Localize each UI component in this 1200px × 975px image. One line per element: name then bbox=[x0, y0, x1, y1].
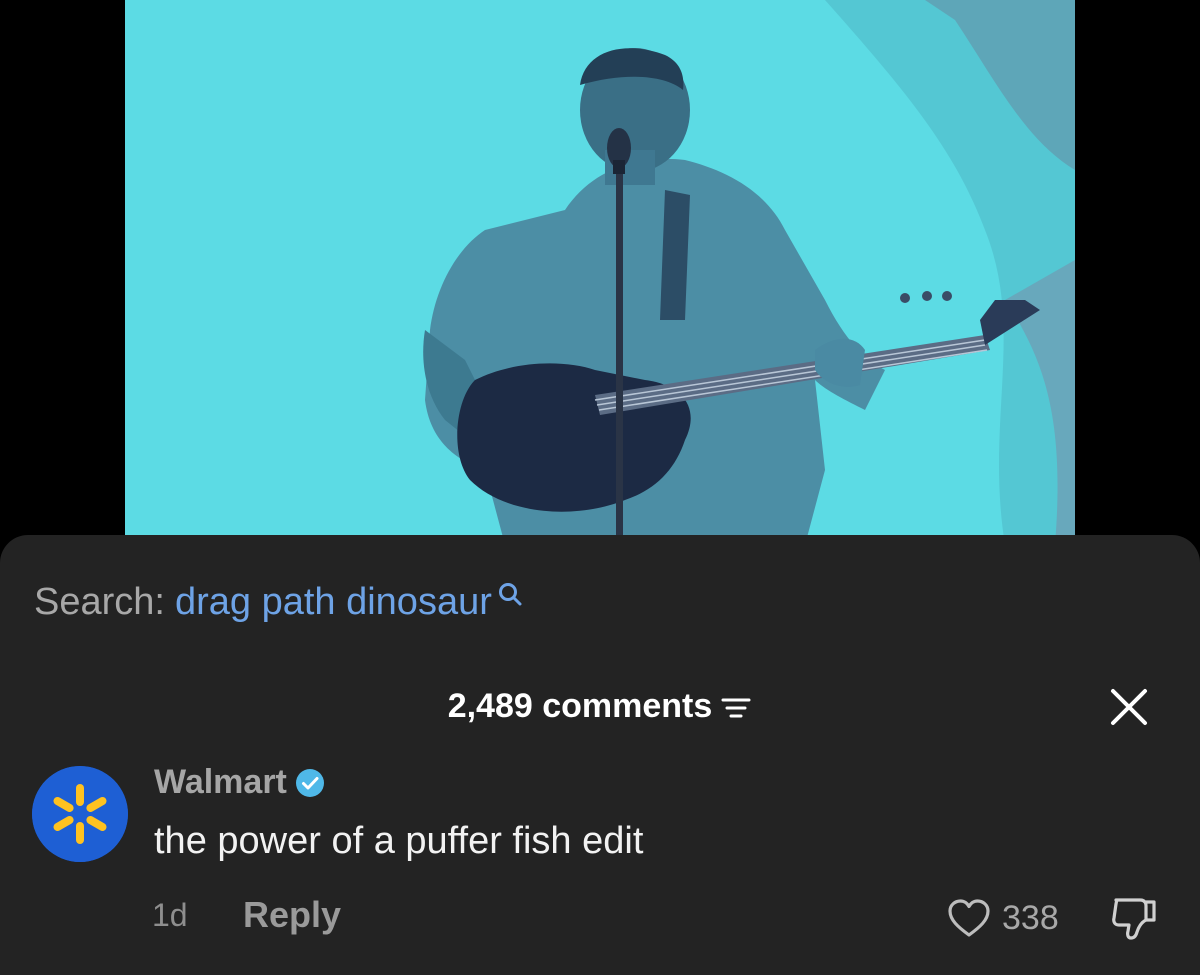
comment-text: the power of a puffer fish edit bbox=[154, 820, 644, 862]
search-prefix-label: Search: bbox=[34, 581, 165, 623]
verified-badge-icon bbox=[295, 768, 324, 797]
heart-icon[interactable] bbox=[946, 897, 992, 939]
comment-author-row[interactable]: Walmart bbox=[154, 763, 325, 802]
like-count: 338 bbox=[1002, 898, 1059, 937]
search-suggestion[interactable]: Search: drag path dinosaur bbox=[34, 580, 526, 624]
comments-count: 2,489 comments bbox=[447, 686, 713, 725]
video-still-image bbox=[125, 0, 1075, 545]
close-icon[interactable] bbox=[1109, 687, 1149, 727]
sort-icon[interactable] bbox=[720, 694, 752, 722]
avatar[interactable] bbox=[32, 766, 128, 862]
walmart-spark-logo bbox=[32, 766, 128, 862]
search-query-link[interactable]: drag path dinosaur bbox=[175, 580, 492, 624]
comment-author[interactable]: Walmart bbox=[154, 763, 287, 802]
comment-timestamp: 1d bbox=[152, 897, 188, 933]
reply-button[interactable]: Reply bbox=[243, 894, 341, 936]
comments-header: 2,489 comments bbox=[0, 684, 1200, 728]
video-frame[interactable] bbox=[125, 0, 1075, 545]
like-button[interactable]: 338 bbox=[946, 894, 1059, 942]
dislike-button[interactable] bbox=[1108, 894, 1160, 942]
video-player[interactable] bbox=[0, 0, 1200, 560]
search-icon[interactable] bbox=[496, 580, 526, 610]
thumbs-down-icon[interactable] bbox=[1108, 894, 1160, 942]
close-button[interactable] bbox=[1106, 684, 1152, 730]
